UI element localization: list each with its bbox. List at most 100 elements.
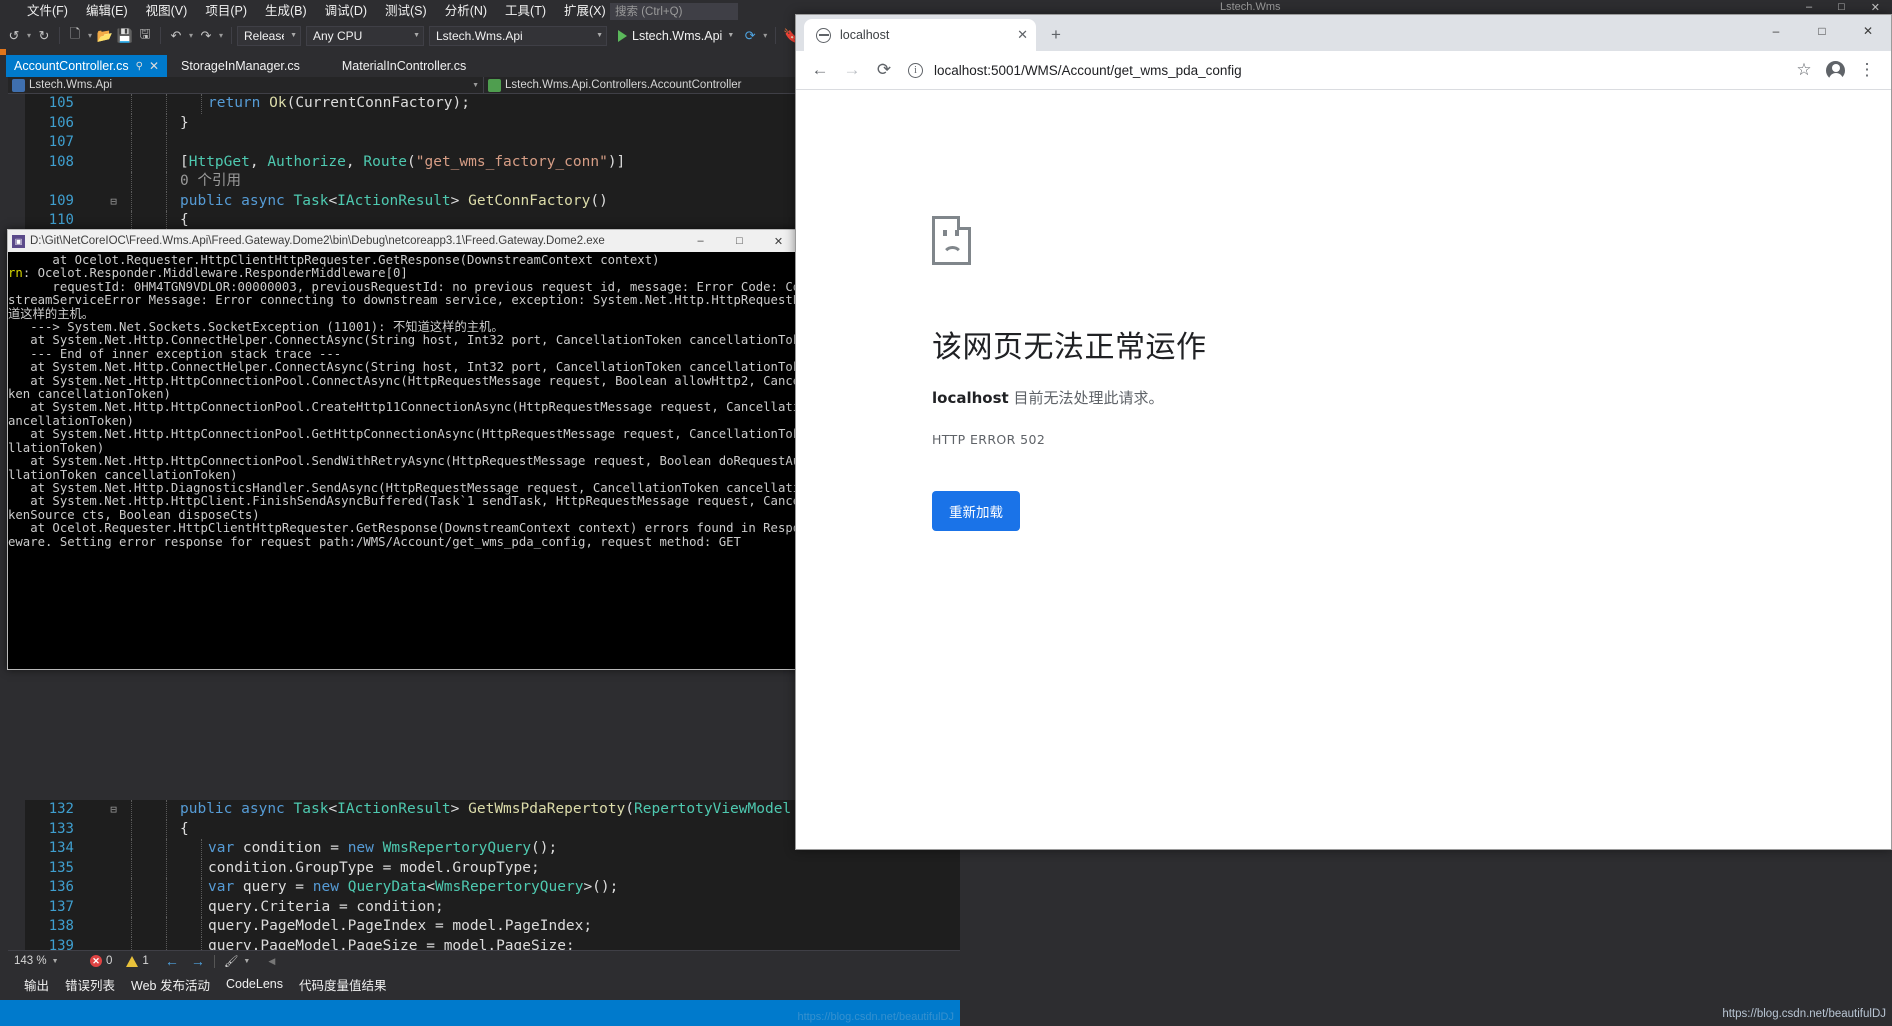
save-icon[interactable]: 💾 xyxy=(115,25,135,47)
redo-icon[interactable]: ↷ xyxy=(196,25,216,47)
tab-material-in-controller[interactable]: MaterialInController.cs xyxy=(334,55,474,77)
chevron-down-icon[interactable]: ▼ xyxy=(243,958,250,965)
menu-item-test[interactable]: 测试(S) xyxy=(376,0,436,22)
console-minimize-button[interactable]: – xyxy=(681,230,720,252)
chrome-maximize-button[interactable]: □ xyxy=(1799,15,1845,46)
menu-item-debug[interactable]: 调试(D) xyxy=(316,0,376,22)
bottom-tab-error-list[interactable]: 错误列表 xyxy=(57,975,123,994)
console-output[interactable]: at Ocelot.Requester.HttpClientHttpReques… xyxy=(8,252,798,669)
indent-guide xyxy=(201,917,202,937)
tab-label: AccountController.cs xyxy=(14,59,129,73)
start-debugging-button[interactable]: Lstech.Wms.Api ▼ xyxy=(612,29,734,43)
browser-tab-localhost[interactable]: localhost ✕ xyxy=(804,19,1036,51)
save-all-icon[interactable]: 🖫 xyxy=(135,25,155,47)
undo-caret-icon[interactable]: ▾ xyxy=(186,31,196,40)
console-line: ancellationToken) xyxy=(8,413,134,428)
platform-dropdown[interactable]: Any CPU ▼ xyxy=(306,25,424,46)
menu-item-build[interactable]: 生成(B) xyxy=(256,0,316,22)
vs-close-icon[interactable]: ✕ xyxy=(1871,1,1880,14)
menu-item-edit[interactable]: 编辑(E) xyxy=(77,0,137,22)
indent-guide xyxy=(166,94,167,114)
line-number: 105 xyxy=(48,95,74,111)
tab-storage-in-manager[interactable]: StorageInManager.cs xyxy=(173,55,308,77)
bottom-tab-output[interactable]: 输出 xyxy=(16,975,57,994)
navbar-project-dropdown[interactable]: Lstech.Wms.Api ▼ xyxy=(8,76,484,94)
vs-maximize-icon[interactable]: □ xyxy=(1838,1,1845,14)
code-text: { xyxy=(180,820,189,837)
navigate-back-caret-icon[interactable]: ▾ xyxy=(24,31,34,40)
reload-icon[interactable]: ⟳ xyxy=(868,54,900,86)
indent-guide xyxy=(131,917,132,937)
hot-reload-icon[interactable]: ⟳ xyxy=(740,25,760,47)
close-icon[interactable]: ✕ xyxy=(149,59,159,73)
console-maximize-button[interactable]: □ xyxy=(720,230,759,252)
chrome-close-button[interactable]: ✕ xyxy=(1845,15,1891,46)
new-tab-button[interactable]: + xyxy=(1042,21,1070,49)
browser-tab-title: localhost xyxy=(840,28,890,42)
forward-icon[interactable]: → xyxy=(836,54,868,86)
menu-item-extensions[interactable]: 扩展(X) xyxy=(555,0,615,22)
navigate-forward-icon[interactable]: ↻ xyxy=(34,25,54,47)
code-line: 138 query.PageModel.PageIndex = model.Pag… xyxy=(8,917,960,937)
navigate-back-icon[interactable]: ↺ xyxy=(4,25,24,47)
chrome-minimize-button[interactable]: – xyxy=(1753,15,1799,46)
indent-guide xyxy=(166,211,167,231)
console-line: eware. Setting error response for reques… xyxy=(8,534,741,549)
menu-item-project[interactable]: 项目(P) xyxy=(196,0,256,22)
console-line: at System.Net.Http.HttpConnectionPool.Ge… xyxy=(8,427,798,442)
menu-item-tools[interactable]: 工具(T) xyxy=(496,0,555,22)
startup-project-dropdown[interactable]: Lstech.Wms.Api ▼ xyxy=(429,25,607,46)
code-line: 137 query.Criteria = condition; xyxy=(8,897,960,917)
hot-reload-caret-icon[interactable]: ▾ xyxy=(760,31,770,40)
bottom-tab-code-metrics[interactable]: 代码度量值结果 xyxy=(291,975,395,994)
zoom-level-dropdown[interactable]: 143 % ▼ xyxy=(14,955,76,967)
undo-icon[interactable]: ↶ xyxy=(166,25,186,47)
bookmark-star-icon[interactable]: ☆ xyxy=(1788,54,1820,86)
address-bar[interactable]: i localhost:5001/WMS/Account/get_wms_pda… xyxy=(908,56,1780,84)
new-project-caret-icon[interactable]: ▾ xyxy=(85,31,95,40)
navigate-backward-icon[interactable]: ← xyxy=(165,953,179,969)
error-subtitle-text: 目前无法处理此请求。 xyxy=(1008,389,1164,407)
console-line: ---> System.Net.Sockets.SocketException … xyxy=(8,320,504,335)
collapse-glyph-icon[interactable]: ⊟ xyxy=(108,192,119,212)
code-text: return Ok(CurrentConnFactory); xyxy=(208,95,470,111)
vs-minimize-icon[interactable]: – xyxy=(1806,1,1812,14)
menu-item-view[interactable]: 视图(V) xyxy=(137,0,197,22)
configuration-dropdown[interactable]: Release ▼ xyxy=(237,25,301,46)
code-text: query.Criteria = condition; xyxy=(208,898,444,915)
vs-window-title: Lstech.Wms xyxy=(1220,1,1281,13)
indent-guide xyxy=(166,878,167,898)
navigate-forward-icon[interactable]: → xyxy=(191,953,205,969)
indent-guide xyxy=(201,94,202,114)
chrome-menu-icon[interactable]: ⋮ xyxy=(1851,54,1883,86)
code-text: condition.GroupType = model.GroupType; xyxy=(208,859,540,876)
bottom-tab-web-publish[interactable]: Web 发布活动 xyxy=(123,975,218,994)
console-titlebar[interactable]: ▣ D:\Git\NetCoreIOC\Freed.Wms.Api\Freed.… xyxy=(8,230,798,252)
menu-item-file[interactable]: 文件(F) xyxy=(18,0,77,22)
profile-avatar-icon[interactable] xyxy=(1826,60,1845,82)
vs-search-box[interactable]: 搜索 (Ctrl+Q) xyxy=(610,3,738,20)
scroll-left-icon[interactable]: ◀ xyxy=(268,956,275,967)
startup-project-value: Lstech.Wms.Api xyxy=(436,28,523,43)
open-file-icon[interactable]: 📂 xyxy=(95,25,115,47)
new-project-icon[interactable]: 🗋 xyxy=(65,25,85,47)
indent-guide xyxy=(166,819,167,839)
redo-caret-icon[interactable]: ▾ xyxy=(216,31,226,40)
tab-account-controller[interactable]: AccountController.cs ⚲ ✕ xyxy=(6,55,168,77)
pin-icon[interactable]: ⚲ xyxy=(136,61,143,72)
error-count-indicator[interactable]: ✕ 0 xyxy=(90,955,112,967)
info-icon[interactable]: i xyxy=(908,62,923,78)
reload-page-button[interactable]: 重新加载 xyxy=(932,491,1020,531)
vs-bottom-toolwindow-tabs: 输出 错误列表 Web 发布活动 CodeLens 代码度量值结果 xyxy=(8,971,960,997)
back-icon[interactable]: ← xyxy=(804,54,836,86)
menu-item-analyze[interactable]: 分析(N) xyxy=(436,0,496,22)
console-close-button[interactable]: ✕ xyxy=(759,230,798,252)
code-cleanup-icon[interactable]: 🖌 xyxy=(224,954,239,968)
tab-close-icon[interactable]: ✕ xyxy=(1011,27,1028,43)
chrome-browser-window: localhost ✕ + – □ ✕ ← → ⟳ i localhost:50… xyxy=(795,14,1892,850)
bottom-tab-codelens[interactable]: CodeLens xyxy=(218,977,291,991)
collapse-glyph-icon[interactable]: ⊟ xyxy=(108,800,119,820)
warning-count-indicator[interactable]: 1 xyxy=(126,955,149,967)
indent-guide xyxy=(131,819,132,839)
zoom-level-value: 143 % xyxy=(14,955,47,967)
